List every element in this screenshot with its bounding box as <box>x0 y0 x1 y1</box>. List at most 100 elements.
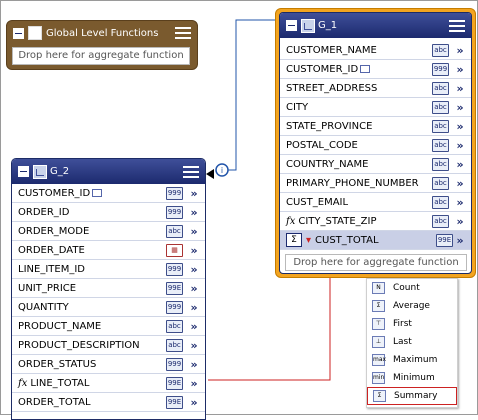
sigma-icon[interactable]: Σ <box>286 233 302 247</box>
field-label: STREET_ADDRESS <box>286 82 378 94</box>
expand-chevron-icon[interactable]: » <box>188 377 200 390</box>
field-row[interactable]: STREET_ADDRESS abc » <box>280 79 471 98</box>
expand-chevron-icon[interactable]: » <box>188 187 200 200</box>
collapse-icon[interactable] <box>13 27 24 39</box>
menu-item-maximum[interactable]: max Maximum <box>367 351 457 369</box>
field-row[interactable]: UNIT_PRICE 99E » <box>12 279 205 298</box>
expand-chevron-icon[interactable]: » <box>454 158 466 171</box>
field-row[interactable]: LINE_ITEM_ID 999 » <box>12 260 205 279</box>
menu-icon[interactable] <box>183 165 199 178</box>
global-drop-zone[interactable]: Drop here for aggregate function <box>12 47 190 65</box>
expand-chevron-icon[interactable]: » <box>454 63 466 76</box>
datatype-icon: 99E <box>166 395 183 409</box>
expand-chevron-icon[interactable]: » <box>454 234 466 247</box>
expand-chevron-icon[interactable]: » <box>188 396 200 409</box>
expand-chevron-icon[interactable]: » <box>188 244 200 257</box>
menu-item-label: Count <box>393 283 420 293</box>
field-row[interactable]: CUSTOMER_ID 999 » <box>12 184 205 203</box>
join-info-label: i <box>221 166 223 175</box>
menu-icon[interactable] <box>449 19 465 32</box>
expand-chevron-icon[interactable]: » <box>454 101 466 114</box>
datatype-icon: abc <box>432 214 449 228</box>
field-row[interactable]: PRODUCT_NAME abc » <box>12 317 205 336</box>
field-label: PRODUCT_DESCRIPTION <box>18 339 140 351</box>
group-g1: G_1 CUSTOMER_NAME abc» CUSTOMER_ID 999» STRE… <box>275 8 476 278</box>
field-label: ORDER_ID <box>18 206 70 218</box>
group-g2: G_2 CUSTOMER_ID 999» ORDER_ID 999» ORDER_MOD… <box>11 158 206 420</box>
field-label: COUNTRY_NAME <box>286 158 369 170</box>
expand-chevron-icon[interactable]: » <box>454 215 466 228</box>
field-label: PRODUCT_NAME <box>18 320 102 332</box>
field-row[interactable]: COUNTRY_NAME abc » <box>280 155 471 174</box>
field-label: ORDER_MODE <box>18 225 90 237</box>
field-row[interactable]: POSTAL_CODE abc » <box>280 136 471 155</box>
field-row[interactable]: ORDER_ID 999 » <box>12 203 205 222</box>
expand-chevron-icon[interactable]: » <box>188 263 200 276</box>
datatype-icon: abc <box>166 224 183 238</box>
menu-item-label: Last <box>393 337 412 347</box>
expand-chevron-icon[interactable]: » <box>454 82 466 95</box>
group-g2-header[interactable]: G_2 <box>12 159 205 184</box>
datatype-icon: abc <box>166 338 183 352</box>
expand-chevron-icon[interactable]: » <box>188 358 200 371</box>
expand-chevron-icon[interactable]: » <box>188 206 200 219</box>
field-row[interactable]: ORDER_MODE abc » <box>12 222 205 241</box>
field-label: LINE_ITEM_ID <box>18 263 85 275</box>
field-row[interactable]: ORDER_DATE ▦ » <box>12 241 205 260</box>
expand-chevron-icon[interactable]: » <box>188 320 200 333</box>
function-icon: fx <box>286 215 296 227</box>
field-label: PRIMARY_PHONE_NUMBER <box>286 177 419 189</box>
field-row[interactable]: STATE_PROVINCE abc » <box>280 117 471 136</box>
field-row[interactable]: CUST_EMAIL abc » <box>280 193 471 212</box>
datatype-icon: 999 <box>166 357 183 371</box>
field-row[interactable]: CUSTOMER_ID 999 » <box>280 60 471 79</box>
expand-chevron-icon[interactable]: » <box>454 44 466 57</box>
group-icon <box>301 18 315 33</box>
field-label: CITY_STATE_ZIP <box>298 215 377 227</box>
field-row[interactable]: PRIMARY_PHONE_NUMBER abc » <box>280 174 471 193</box>
field-label: ORDER_STATUS <box>18 358 97 370</box>
group-g1-header[interactable]: G_1 <box>280 13 471 38</box>
join-link-line <box>228 19 278 171</box>
expand-chevron-icon[interactable]: » <box>454 120 466 133</box>
field-row[interactable]: CUSTOMER_NAME abc » <box>280 41 471 60</box>
expand-chevron-icon[interactable]: » <box>454 139 466 152</box>
menu-item-count[interactable]: N Count <box>367 279 457 297</box>
table-icon <box>28 26 42 40</box>
g1-drop-zone[interactable]: Drop here for aggregate function <box>285 254 467 271</box>
aggregate-row[interactable]: Σ ▾ CUST_TOTAL 99E» <box>280 231 471 250</box>
field-label: POSTAL_CODE <box>286 139 358 151</box>
field-label: CUSTOMER_ID <box>286 64 432 75</box>
field-label: STATE_PROVINCE <box>286 120 373 132</box>
field-row[interactable]: fx LINE_TOTAL 99E » <box>12 374 205 393</box>
field-row[interactable]: CITY abc » <box>280 98 471 117</box>
dropdown-arrow-icon[interactable]: ▾ <box>306 235 311 246</box>
datatype-icon: abc <box>432 138 449 152</box>
key-icon <box>92 188 103 197</box>
collapse-icon[interactable] <box>286 20 297 31</box>
menu-icon[interactable] <box>175 27 191 39</box>
expand-chevron-icon[interactable]: » <box>454 196 466 209</box>
menu-item-summary[interactable]: Σ Summary <box>367 387 457 405</box>
field-row[interactable]: ORDER_STATUS 999 » <box>12 355 205 374</box>
expand-chevron-icon[interactable]: » <box>188 339 200 352</box>
datatype-icon: 99E <box>166 376 183 390</box>
collapse-icon[interactable] <box>18 166 29 177</box>
expand-chevron-icon[interactable]: » <box>188 282 200 295</box>
menu-item-minimum[interactable]: min Minimum <box>367 369 457 387</box>
expand-chevron-icon[interactable]: » <box>454 177 466 190</box>
field-row[interactable]: QUANTITY 999 » <box>12 298 205 317</box>
datatype-icon: abc <box>432 176 449 190</box>
expand-chevron-icon[interactable]: » <box>188 301 200 314</box>
aggregate-first-icon: ⊤ <box>372 318 385 330</box>
menu-item-label: Minimum <box>393 373 435 383</box>
field-row[interactable]: ORDER_TOTAL 99E » <box>12 393 205 412</box>
field-row[interactable]: PRODUCT_DESCRIPTION abc » <box>12 336 205 355</box>
menu-item-average[interactable]: Σ Average <box>367 297 457 315</box>
aggregate-last-icon: ⊥ <box>372 336 385 348</box>
menu-item-last[interactable]: ⊥ Last <box>367 333 457 351</box>
field-label: ORDER_TOTAL <box>18 396 91 408</box>
menu-item-first[interactable]: ⊤ First <box>367 315 457 333</box>
expand-chevron-icon[interactable]: » <box>188 225 200 238</box>
field-row[interactable]: fx CITY_STATE_ZIP abc » <box>280 212 471 231</box>
